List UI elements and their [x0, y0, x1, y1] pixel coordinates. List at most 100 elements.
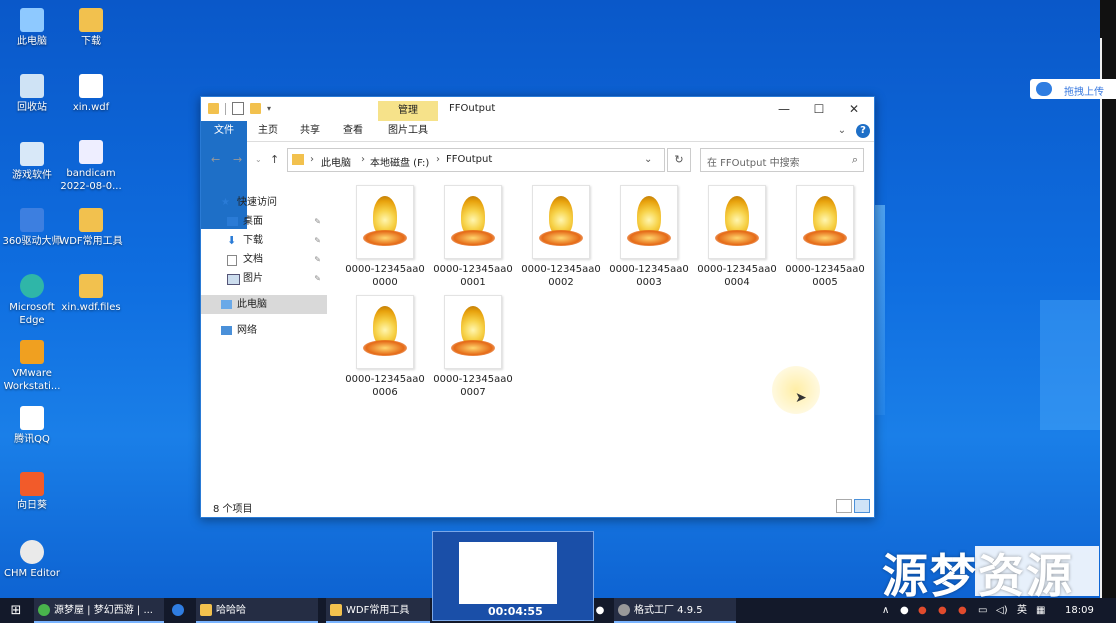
close-button[interactable]: ✕: [836, 97, 872, 121]
search-icon: ⌕: [851, 153, 858, 166]
taskbar-item-format-factory[interactable]: 格式工厂 4.9.5: [614, 598, 736, 623]
desktop-icon-qq[interactable]: 腾讯QQ: [0, 406, 64, 446]
search-placeholder: 在 FFOutput 中搜索: [707, 158, 800, 169]
file-item[interactable]: 0000-12345aa00007: [431, 295, 515, 403]
desktop-icon-xin-wdf[interactable]: xin.wdf: [59, 74, 123, 114]
search-box[interactable]: 在 FFOutput 中搜索 ⌕: [700, 148, 864, 172]
qq-icon[interactable]: ●: [958, 598, 967, 623]
context-tab-manage[interactable]: 管理: [378, 101, 438, 121]
breadcrumb-this-pc[interactable]: 此电脑: [321, 154, 351, 169]
recording-timer: 00:04:55: [488, 605, 543, 618]
file-name: 0000-12345aa00004: [697, 264, 777, 288]
details-view-button[interactable]: [836, 499, 852, 513]
taskbar-item-app[interactable]: ●: [594, 598, 606, 623]
start-button[interactable]: ⊞: [6, 598, 26, 623]
desktop-icon-recycle-bin[interactable]: 回收站: [0, 74, 64, 114]
desktop-icon-sunlogin[interactable]: 向日葵: [0, 472, 64, 512]
file-item[interactable]: 0000-12345aa00002: [519, 185, 603, 293]
desktop-icon-wdf-tools[interactable]: WDF常用工具: [59, 208, 123, 248]
refresh-button[interactable]: ↻: [667, 148, 691, 172]
nav-item-downloads[interactable]: ⬇ 下载 ✎: [201, 231, 327, 250]
desktop-icon-360-driver[interactable]: 360驱动大师: [0, 208, 64, 248]
recent-dropdown-icon[interactable]: ⌄: [255, 155, 262, 164]
forward-icon[interactable]: →: [233, 153, 242, 166]
desktop-icon-games[interactable]: 游戏软件: [0, 142, 64, 182]
image-thumbnail: [620, 185, 678, 259]
taskbar-item-folder-hahaha[interactable]: 哈哈哈: [196, 598, 318, 623]
tray-expand-icon[interactable]: ∧: [882, 598, 889, 623]
desktop-icon-vmware[interactable]: VMware Workstati...: [0, 340, 64, 393]
taskbar-item-browser[interactable]: 源梦屋 | 梦幻西游 | ...: [34, 598, 164, 623]
tab-picture-tools[interactable]: 图片工具: [381, 121, 435, 141]
network-icon[interactable]: ▭: [978, 598, 987, 623]
recording-preview[interactable]: 00:04:55: [432, 531, 594, 621]
up-icon[interactable]: ↑: [270, 153, 279, 166]
microphone-icon[interactable]: ●: [900, 598, 909, 623]
baidu-upload-tab[interactable]: 拖拽上传: [1030, 79, 1116, 99]
qq-icon[interactable]: ●: [918, 598, 927, 623]
nav-item-quick-access[interactable]: ★ 快速访问: [201, 193, 327, 212]
file-explorer-window[interactable]: ▾ 管理 FFOutput — ☐ ✕ 文件 主页 共享 查看 图片工具 ⌄ ?…: [200, 96, 875, 518]
taskbar-item-wdf-tools[interactable]: WDF常用工具: [326, 598, 430, 623]
title-bar[interactable]: ▾ 管理 FFOutput — ☐ ✕: [201, 97, 874, 121]
file-item[interactable]: 0000-12345aa00006: [343, 295, 427, 403]
document-icon: [227, 255, 237, 266]
file-item[interactable]: 0000-12345aa00003: [607, 185, 691, 293]
file-item[interactable]: 0000-12345aa00005: [783, 185, 867, 293]
screen-edge-line: [1100, 38, 1102, 598]
grid-icon[interactable]: ▦: [1036, 598, 1045, 623]
expand-ribbon-icon[interactable]: ⌄: [835, 121, 849, 141]
desktop-icon-bandicam[interactable]: bandicam 2022-08-0...: [59, 140, 123, 193]
tab-home[interactable]: 主页: [251, 121, 285, 141]
address-bar[interactable]: › 此电脑 › 本地磁盘 (F:) › FFOutput ⌄: [287, 148, 665, 172]
properties-icon[interactable]: [232, 102, 244, 115]
flame-glow: [539, 230, 583, 246]
nav-item-this-pc[interactable]: 此电脑: [201, 295, 327, 314]
nav-item-network[interactable]: 网络: [201, 321, 327, 340]
watermark: 源梦资源: [882, 549, 1074, 603]
file-name: 0000-12345aa00007: [433, 374, 513, 398]
desktop-icon-this-pc[interactable]: 此电脑: [0, 8, 64, 48]
new-folder-icon[interactable]: [250, 103, 261, 114]
tab-view[interactable]: 查看: [336, 121, 370, 141]
tab-share[interactable]: 共享: [293, 121, 327, 141]
flame-glow: [451, 340, 495, 356]
qq-icon[interactable]: ●: [938, 598, 947, 623]
maximize-button[interactable]: ☐: [801, 97, 837, 121]
minimize-button[interactable]: —: [766, 97, 802, 121]
ime-indicator[interactable]: 英: [1017, 598, 1027, 623]
breadcrumb-folder[interactable]: FFOutput: [446, 154, 492, 165]
item-count: 8 个项目: [213, 504, 253, 515]
qat-dropdown-icon[interactable]: ▾: [267, 104, 271, 113]
address-dropdown-icon[interactable]: ⌄: [644, 154, 652, 165]
help-icon[interactable]: ?: [856, 124, 870, 138]
file-item[interactable]: 0000-12345aa00001: [431, 185, 515, 293]
desktop-icon: [227, 217, 238, 226]
computer-icon: [221, 300, 232, 309]
file-item[interactable]: 0000-12345aa00000: [343, 185, 427, 293]
folder-icon: [208, 103, 219, 114]
desktop-icon-edge[interactable]: Microsoft Edge: [0, 274, 64, 327]
nav-item-desktop[interactable]: 桌面 ✎: [201, 212, 327, 231]
nav-item-pictures[interactable]: 图片 ✎: [201, 269, 327, 288]
breadcrumb-drive[interactable]: 本地磁盘 (F:): [370, 154, 429, 169]
volume-icon[interactable]: ◁): [996, 598, 1008, 623]
desktop-icon-xin-wdf-files[interactable]: xin.wdf.files: [59, 274, 123, 314]
folder-icon: [79, 208, 103, 232]
folder-icon: [200, 604, 212, 616]
quick-access-toolbar: ▾: [208, 102, 271, 115]
file-item[interactable]: 0000-12345aa00004: [695, 185, 779, 293]
pin-icon: ✎: [314, 274, 321, 283]
back-icon[interactable]: ←: [211, 153, 220, 166]
desktop-icon-downloads[interactable]: 下载: [59, 8, 123, 48]
clock[interactable]: 18:09: [1065, 598, 1094, 623]
large-icons-view-button[interactable]: [854, 499, 870, 513]
taskbar-item-baidu[interactable]: [166, 598, 190, 623]
file-icon: [79, 74, 103, 98]
image-thumbnail: [444, 295, 502, 369]
nav-item-documents[interactable]: 文档 ✎: [201, 250, 327, 269]
flame-glow: [803, 230, 847, 246]
file-name: 0000-12345aa00003: [609, 264, 689, 288]
desktop-icon-chm-editor[interactable]: CHM Editor: [0, 540, 64, 580]
app-icon: [20, 142, 44, 166]
